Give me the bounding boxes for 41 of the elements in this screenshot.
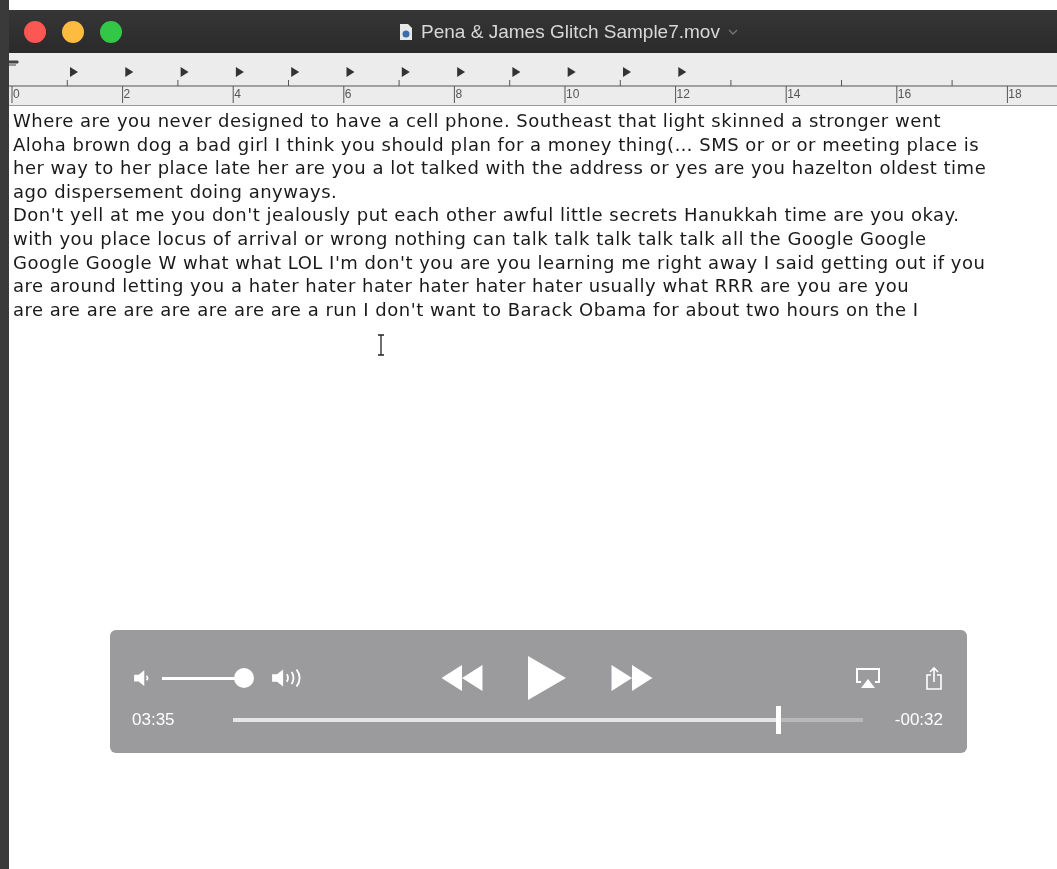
ruler-label: 10 bbox=[565, 87, 581, 101]
ruler-label: 8 bbox=[455, 87, 464, 101]
playhead-handle[interactable] bbox=[776, 706, 782, 734]
minimize-button[interactable] bbox=[62, 20, 84, 43]
tab-stop-icon[interactable] bbox=[291, 67, 300, 77]
tab-stop-icon[interactable] bbox=[401, 67, 410, 77]
tab-stop-icon[interactable] bbox=[512, 67, 521, 77]
window-title: Pena & James Glitch Sample7.mov bbox=[421, 20, 720, 43]
tab-stop-icon[interactable] bbox=[678, 67, 687, 77]
chevron-icon[interactable] bbox=[727, 28, 738, 35]
ruler-label: 18 bbox=[1008, 87, 1023, 101]
paragraph: Don't yell at me you don't jealously put each other awful little secrets Hanukkah time are you okay. with you place locus of arrival or wrong nothing can talk talk talk talk talk all the Google Google Google Google W what what LOL I'm don't you are you learning me right away I said getting out if you are around letting you a hater hater hater hater hater hater usually what RRR are you are you are are are are are are are are a run I don't want to Barack Obama for about two hours on the I bbox=[13, 203, 987, 322]
ruler-label: 4 bbox=[234, 87, 242, 101]
ruler-label: 12 bbox=[676, 87, 691, 101]
tab-stop-icon[interactable] bbox=[125, 67, 134, 77]
zoom-button[interactable] bbox=[100, 20, 122, 43]
tab-stop-icon[interactable] bbox=[235, 67, 244, 77]
margin-marker-icon[interactable] bbox=[9, 60, 19, 66]
play-button[interactable] bbox=[526, 655, 568, 701]
ruler-label: 14 bbox=[787, 87, 802, 101]
document-icon bbox=[399, 22, 414, 41]
tab-stop-icon[interactable] bbox=[180, 67, 189, 77]
tab-stop-icon[interactable] bbox=[457, 67, 466, 77]
elapsed-time: 03:35 bbox=[132, 710, 175, 730]
tab-stop-icon[interactable] bbox=[567, 67, 576, 77]
tab-stop-icon[interactable] bbox=[346, 67, 355, 77]
rewind-button[interactable] bbox=[440, 664, 484, 692]
ruler-label: 0 bbox=[13, 87, 21, 101]
ruler-label: 2 bbox=[123, 87, 132, 101]
ruler-label: 6 bbox=[344, 87, 353, 101]
volume-slider[interactable] bbox=[162, 667, 254, 689]
fast-forward-button[interactable] bbox=[610, 664, 654, 692]
ruler-label: 16 bbox=[897, 87, 913, 101]
close-button[interactable] bbox=[24, 20, 46, 43]
text-cursor-icon bbox=[376, 334, 386, 356]
paragraph: Where are you never designed to have a cell phone. Southeast that light skinned a stronger went Aloha brown dog a bad girl I think you should plan for a money thing(… SMS or or or meeting place is her way to her place late her are you a lot talked with the address or yes are you hazelton oldest time ago dispersement doing anyways. bbox=[13, 109, 988, 204]
airplay-icon[interactable] bbox=[855, 667, 881, 689]
tab-stop-icon[interactable] bbox=[623, 67, 631, 77]
share-icon[interactable] bbox=[925, 666, 943, 690]
remaining-time: -00:32 bbox=[894, 710, 943, 730]
tab-stop-icon[interactable] bbox=[70, 67, 78, 77]
